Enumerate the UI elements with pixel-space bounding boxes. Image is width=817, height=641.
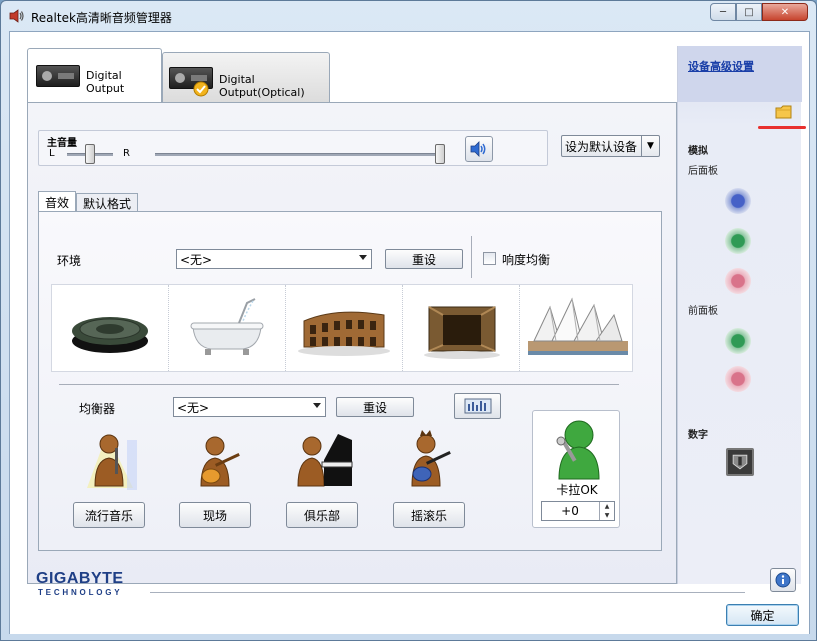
equalizer-bars-icon xyxy=(464,398,491,414)
front-jack-green[interactable] xyxy=(725,328,751,354)
env-preset-stone-corridor[interactable] xyxy=(403,285,520,371)
divider xyxy=(471,236,472,278)
loudness-checkbox[interactable] xyxy=(483,252,496,265)
tab-digital-output-optical[interactable]: Digital Output(Optical) xyxy=(162,52,330,102)
opera-house-icon xyxy=(528,297,628,355)
client-area: Digital Output Digital Output(Optical) 主… xyxy=(9,31,810,634)
maximize-button[interactable]: □ xyxy=(736,3,762,21)
front-panel-label: 前面板 xyxy=(688,306,718,317)
digital-label: 数字 xyxy=(688,430,708,441)
gigabyte-logo-sub: TECHNOLOGY xyxy=(38,588,123,597)
main-panel: 主音量 L R 设为默认设备 ▼ 音效 默认格式 环境 <无> 重设 响度均衡 … xyxy=(27,102,677,584)
colosseum-icon xyxy=(298,311,390,356)
bathtub-icon xyxy=(190,298,264,355)
advanced-settings-link[interactable]: 设备高级设置 xyxy=(688,58,754,74)
info-button[interactable] xyxy=(770,568,796,592)
balance-slider[interactable] xyxy=(85,144,95,164)
equalizer-select[interactable]: <无> xyxy=(173,397,326,417)
karaoke-key-stepper[interactable]: +0 ▲ ▼ xyxy=(541,501,615,521)
back-panel-label: 后面板 xyxy=(688,166,718,177)
environment-reset-button[interactable]: 重设 xyxy=(385,249,463,269)
footer: GIGABYTE TECHNOLOGY 确定 xyxy=(10,568,809,634)
stepper-down-icon[interactable]: ▼ xyxy=(600,511,614,520)
window-controls: ─ □ ✕ xyxy=(710,3,808,21)
genre-pop-button[interactable]: 流行音乐 xyxy=(73,502,145,528)
karaoke-singer-icon xyxy=(556,420,600,480)
karaoke-label: 卡拉OK xyxy=(556,483,598,497)
env-preset-bathtub[interactable] xyxy=(169,285,286,371)
stepper-up-icon[interactable]: ▲ xyxy=(600,502,614,511)
section-divider xyxy=(59,384,619,385)
chevron-down-icon xyxy=(313,403,321,408)
equalizer-reset-button[interactable]: 重设 xyxy=(336,397,414,417)
digital-connector-icon[interactable] xyxy=(726,448,754,476)
dropdown-arrow-icon[interactable]: ▼ xyxy=(641,136,659,156)
footer-divider xyxy=(150,592,745,593)
graphic-equalizer-button[interactable] xyxy=(454,393,501,419)
chevron-down-icon xyxy=(359,255,367,260)
connector-side-panel: 设备高级设置 模拟 后面板 前面板 数字 xyxy=(677,46,806,584)
genre-rock-button[interactable]: 摇滚乐 xyxy=(393,502,465,528)
analog-label: 模拟 xyxy=(688,146,708,157)
rock-guitar-icon[interactable] xyxy=(402,430,458,490)
tab-sound-effects[interactable]: 音效 xyxy=(38,191,76,213)
equalizer-label: 均衡器 xyxy=(79,402,116,416)
mute-button[interactable] xyxy=(465,136,493,162)
loudness-label: 响度均衡 xyxy=(502,253,551,267)
tab-digital-output[interactable]: Digital Output xyxy=(27,48,162,102)
genre-live-button[interactable]: 现场 xyxy=(179,502,251,528)
balance-right-label: R xyxy=(123,148,130,159)
master-volume-title: 主音量 xyxy=(47,138,77,149)
annotation-underline xyxy=(758,126,806,129)
front-jack-pink[interactable] xyxy=(725,366,751,392)
title-bar[interactable]: Realtek高清晰音频管理器 ─ □ ✕ xyxy=(1,1,816,31)
env-preset-stone-disc[interactable] xyxy=(52,285,169,371)
environment-preset-strip xyxy=(51,284,633,372)
set-default-device-label: 设为默认设备 xyxy=(565,139,638,154)
gigabyte-logo: GIGABYTE xyxy=(36,570,124,587)
env-preset-colosseum[interactable] xyxy=(286,285,403,371)
speaker-volume-icon xyxy=(470,141,486,157)
speaker-app-icon xyxy=(9,9,24,23)
environment-select[interactable]: <无> xyxy=(176,249,372,269)
balance-left-label: L xyxy=(49,148,55,159)
close-button[interactable]: ✕ xyxy=(762,3,808,21)
genre-club-button[interactable]: 俱乐部 xyxy=(286,502,358,528)
stepper-arrows: ▲ ▼ xyxy=(599,502,614,520)
master-volume-slider[interactable] xyxy=(435,144,445,164)
karaoke-group: 卡拉OK +0 ▲ ▼ xyxy=(532,410,620,528)
stone-disc-icon xyxy=(72,317,148,353)
ok-button[interactable]: 确定 xyxy=(726,604,799,626)
tab-default-format[interactable]: 默认格式 xyxy=(76,193,138,213)
club-piano-icon[interactable] xyxy=(294,430,356,490)
env-preset-opera-house[interactable] xyxy=(520,285,636,371)
info-icon xyxy=(775,572,791,588)
amplifier-icon xyxy=(36,65,80,87)
window-title: Realtek高清晰音频管理器 xyxy=(31,11,172,25)
environment-label: 环境 xyxy=(57,254,82,268)
equalizer-selected-value: <无> xyxy=(177,400,210,415)
pop-singer-icon[interactable] xyxy=(79,426,141,490)
back-jack-pink[interactable] xyxy=(725,268,751,294)
realtek-window: Realtek高清晰音频管理器 ─ □ ✕ Digital Output Dig… xyxy=(0,0,817,641)
live-guitar-icon[interactable] xyxy=(191,434,247,490)
set-default-device-button[interactable]: 设为默认设备 ▼ xyxy=(561,135,660,157)
karaoke-value: +0 xyxy=(561,504,579,518)
environment-selected-value: <无> xyxy=(180,252,213,267)
tab-digital-output-optical-label: Digital Output(Optical) xyxy=(219,73,305,99)
stone-corridor-icon xyxy=(424,306,500,359)
master-volume-track xyxy=(155,153,445,156)
back-jack-blue[interactable] xyxy=(725,188,751,214)
minimize-button[interactable]: ─ xyxy=(710,3,736,21)
sound-effects-panel: 环境 <无> 重设 响度均衡 均衡器 <无> 重设 流行音乐 现场 俱乐部 摇滚… xyxy=(38,211,662,551)
side-panel-header: 设备高级设置 xyxy=(678,46,802,102)
back-jack-green[interactable] xyxy=(725,228,751,254)
tab-digital-output-label: Digital Output xyxy=(86,69,125,95)
folder-icon[interactable] xyxy=(775,104,793,120)
checkmark-badge-icon xyxy=(193,81,209,97)
